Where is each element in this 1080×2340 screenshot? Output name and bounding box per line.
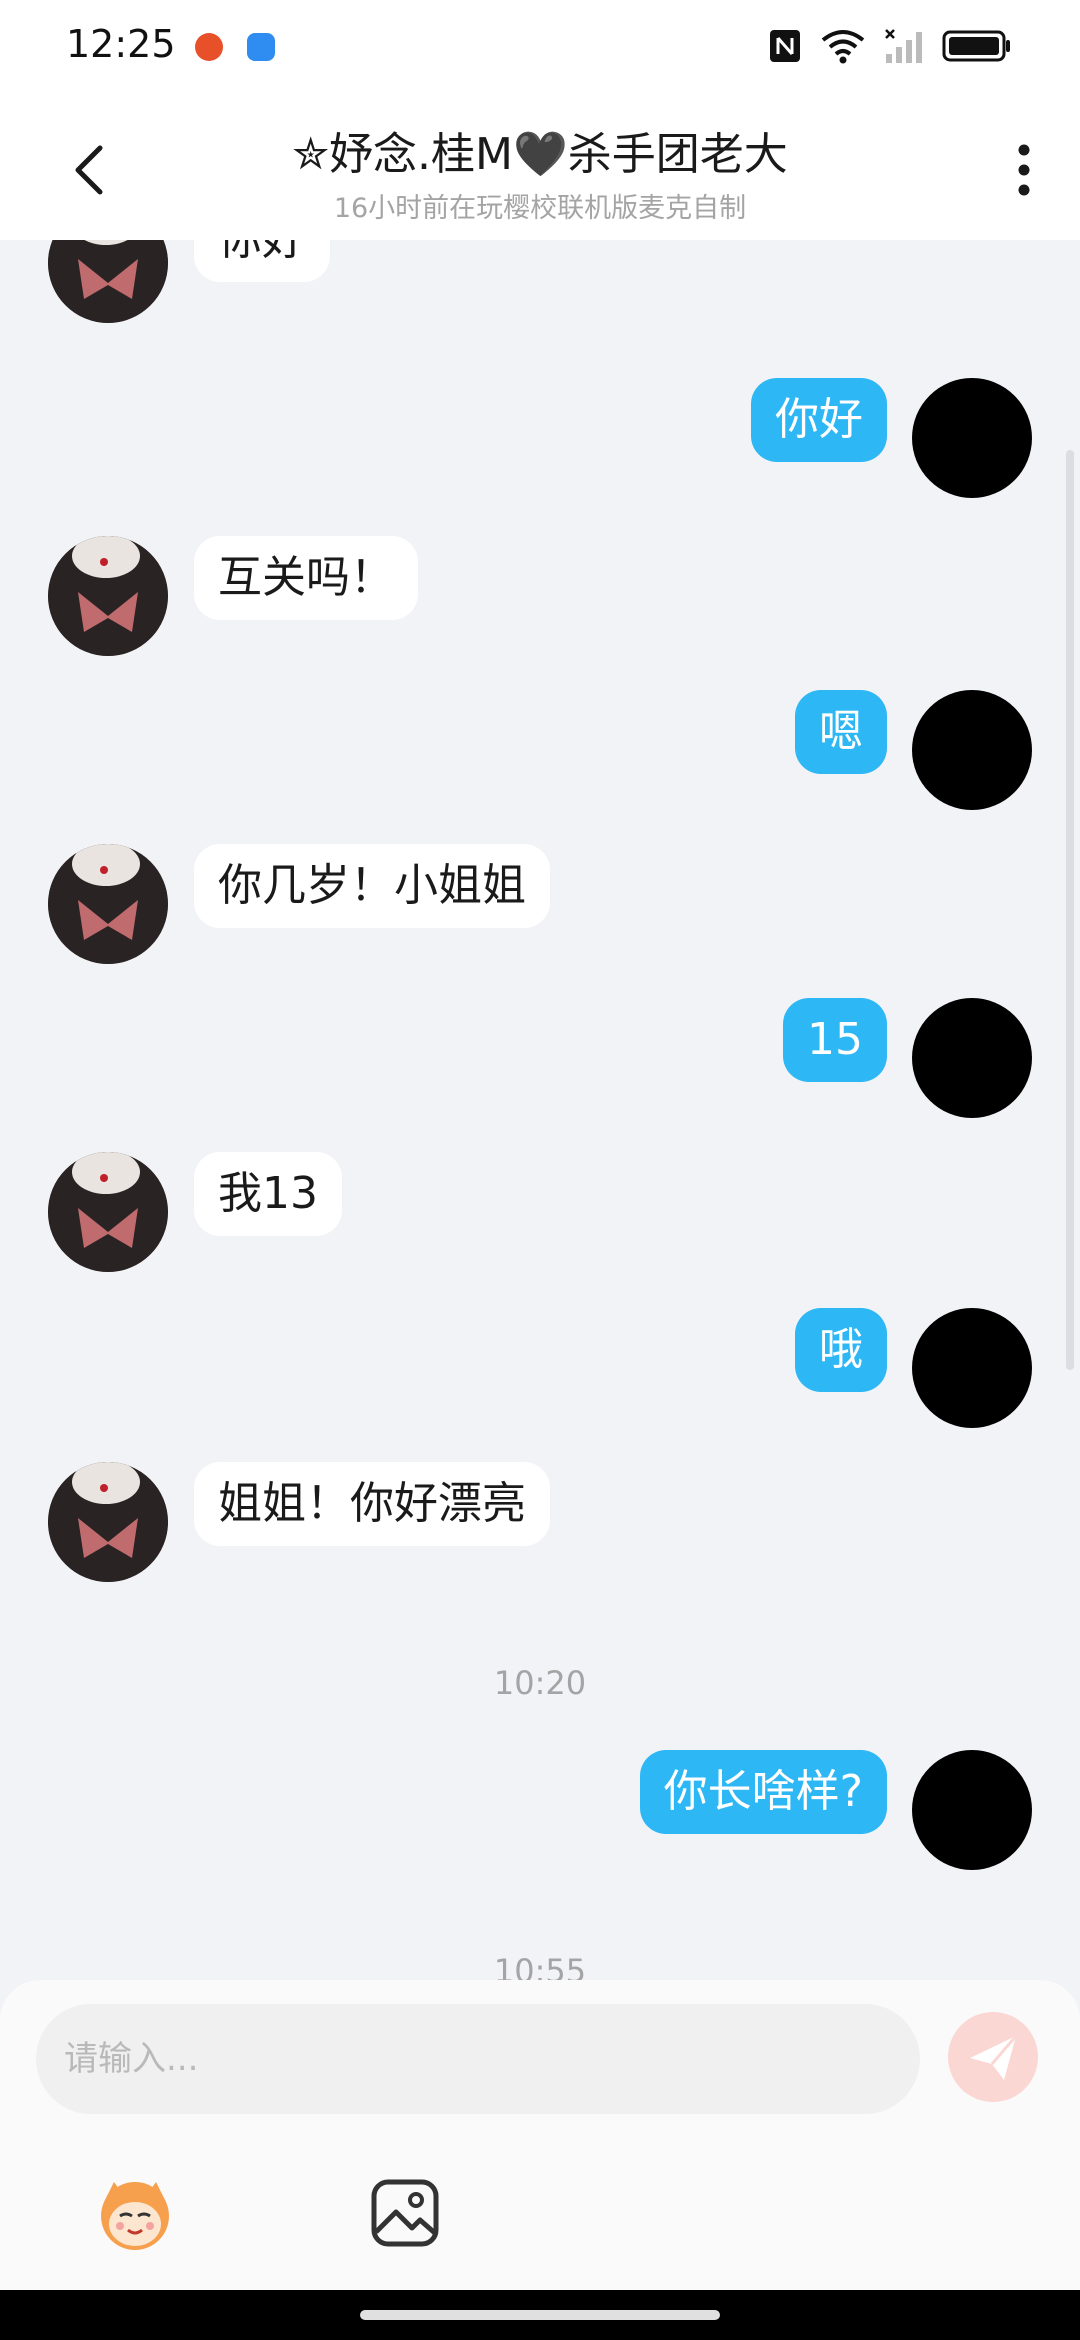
send-button[interactable] — [948, 2012, 1038, 2102]
chat-subtitle: 16小时前在玩樱校联机版麦克自制 — [333, 193, 747, 224]
image-icon[interactable] — [360, 2168, 450, 2258]
sticker-icon[interactable] — [90, 2168, 180, 2258]
message-bubble[interactable]: 你几岁！小姐姐 — [194, 844, 550, 928]
status-icons — [768, 28, 1012, 64]
message-bubble[interactable]: 你长啥样? — [639, 1750, 887, 1834]
home-gesture-handle[interactable] — [360, 2310, 720, 2320]
message-bubble[interactable]: 哦 — [795, 1308, 887, 1392]
message-row: 你好 — [0, 240, 1080, 328]
my-avatar[interactable] — [912, 1750, 1032, 1870]
message-row: 你长啥样? — [0, 1750, 1080, 1880]
battery-icon — [942, 30, 1010, 62]
message-row — [0, 358, 1080, 488]
contact-avatar[interactable] — [48, 536, 168, 656]
timestamp-label: 10:55 — [493, 1952, 587, 1980]
timestamp-label: 10:20 — [493, 1664, 587, 1702]
notification-app-icon — [247, 33, 275, 61]
chat-title-block: ✮妤念.桂M🖤杀手团老大 16小时前在玩樱校联机版麦克自制 — [180, 118, 900, 225]
message-bubble[interactable]: 15 — [783, 998, 887, 1082]
notification-app-icon — [195, 33, 223, 61]
message-bubble[interactable]: 我13 — [194, 1152, 342, 1236]
message-row: 姐姐！你好漂亮 — [0, 1462, 1080, 1592]
message-input[interactable] — [36, 2004, 920, 2114]
wifi-icon — [821, 30, 865, 64]
message-row: 15 — [0, 998, 1080, 1128]
status-bar: 12:25 — [0, 0, 1080, 96]
message-row: 我13 — [0, 1152, 1080, 1282]
message-bubble[interactable]: 互关吗！ — [194, 536, 418, 620]
system-nav-bar — [0, 2290, 1080, 2340]
chat-header: ✮妤念.桂M🖤杀手团老大 16小时前在玩樱校联机版麦克自制 — [0, 96, 1080, 240]
message-row: 互关吗！ — [0, 536, 1080, 666]
message-bubble[interactable]: 你好 — [194, 240, 330, 282]
message-bubble[interactable]: 姐姐！你好漂亮 — [194, 1462, 550, 1546]
message-row: 哦 — [0, 1308, 1080, 1438]
message-input-bar — [0, 1980, 1080, 2290]
contact-avatar[interactable] — [48, 844, 168, 964]
more-vertical-icon[interactable] — [1006, 140, 1042, 200]
chat-messages[interactable]: 你好 你好 互关吗！ 嗯 你几岁！小姐姐 15 我13 — [0, 240, 1080, 1980]
contact-avatar[interactable] — [48, 240, 168, 323]
nfc-icon — [770, 30, 800, 62]
signal-icon — [885, 29, 922, 63]
contact-avatar[interactable] — [48, 1152, 168, 1272]
my-avatar[interactable] — [912, 690, 1032, 810]
status-time: 12:25 — [66, 22, 176, 66]
my-avatar[interactable] — [912, 1308, 1032, 1428]
contact-avatar[interactable] — [48, 1462, 168, 1582]
my-avatar[interactable] — [912, 998, 1032, 1118]
message-bubble[interactable]: 嗯 — [795, 690, 887, 774]
message-row: 你几岁！小姐姐 — [0, 844, 1080, 974]
send-icon — [970, 2035, 1018, 2080]
chat-title: ✮妤念.桂M🖤杀手团老大 — [292, 129, 788, 180]
back-chevron-left-icon[interactable] — [62, 140, 122, 200]
message-row: 嗯 — [0, 690, 1080, 820]
